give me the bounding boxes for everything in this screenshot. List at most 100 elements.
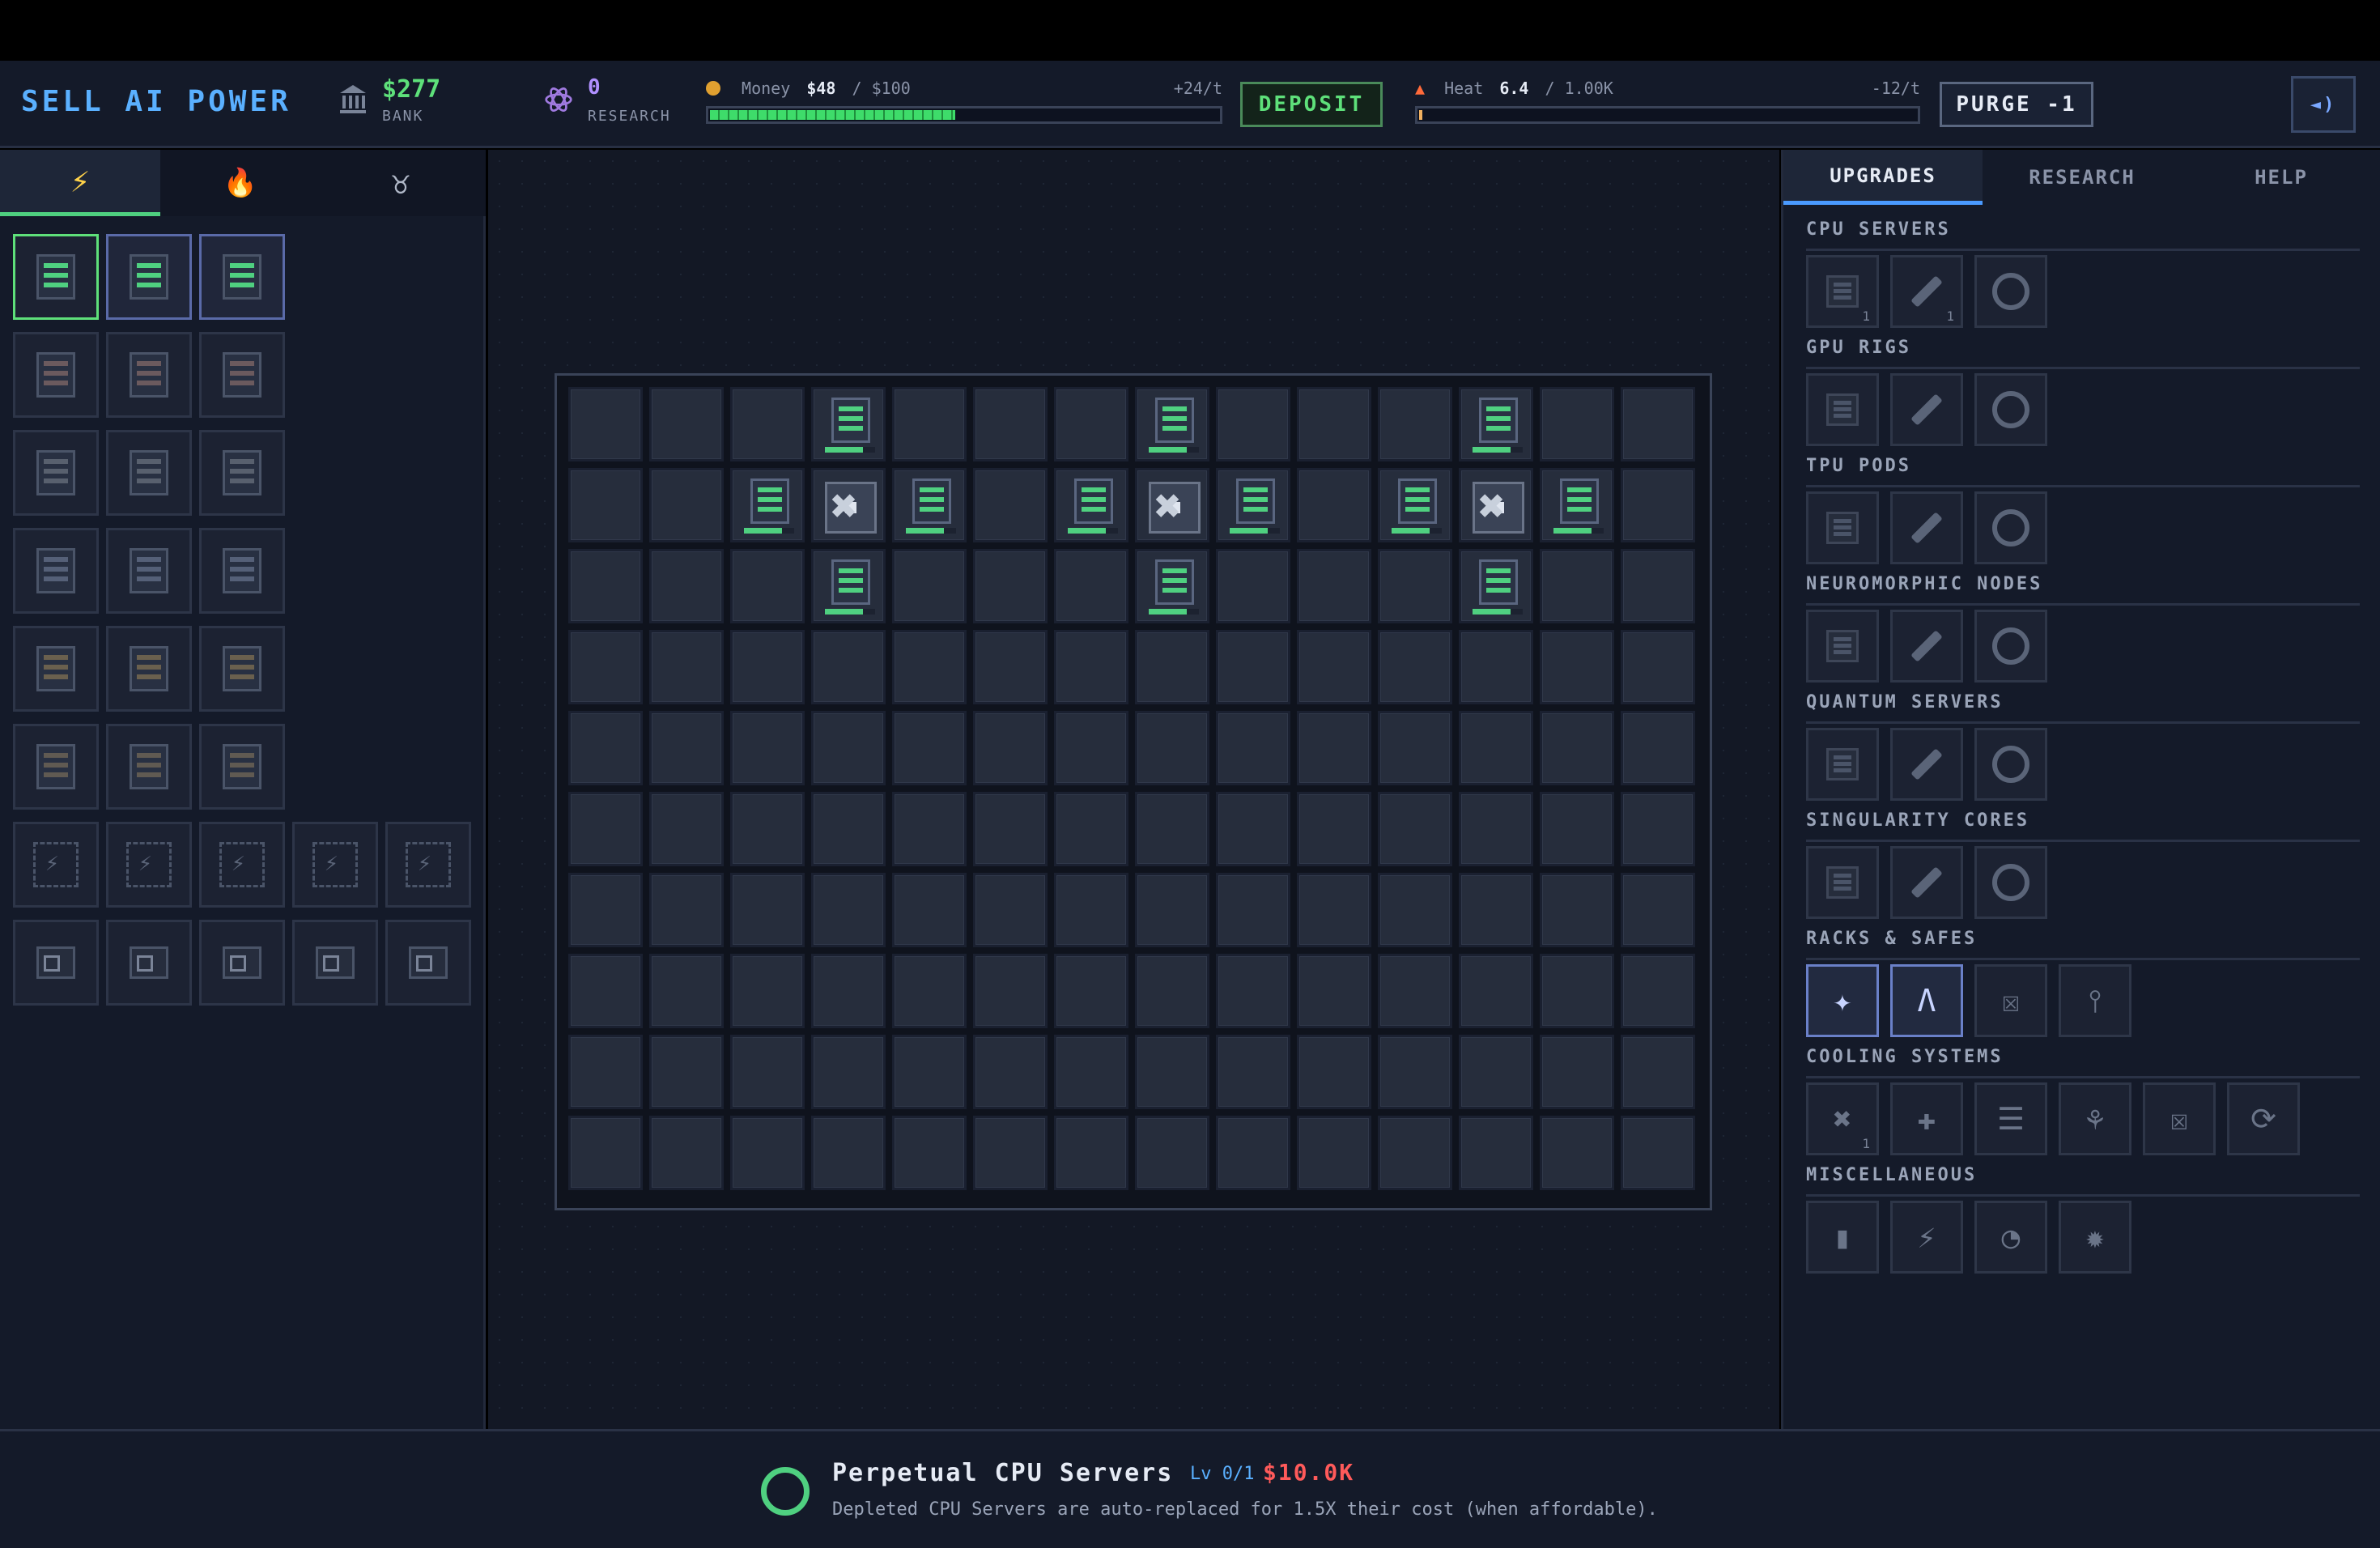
upgrade-drone-tile[interactable]: ✦	[1806, 964, 1879, 1037]
grid-cell-empty[interactable]	[892, 1116, 967, 1190]
grid-cell-empty[interactable]	[811, 792, 886, 866]
upgrade-wrench-tile[interactable]: 1	[1890, 255, 1963, 328]
upgrade-cell-tile[interactable]: ⚡	[1890, 1201, 1963, 1274]
palette-gpu-rig-2[interactable]	[106, 332, 192, 418]
palette-quantum-server-1[interactable]	[13, 626, 99, 712]
upgrade-server-tile[interactable]	[1806, 728, 1879, 801]
tab-help[interactable]: HELP	[2182, 150, 2380, 205]
grid-cell-empty[interactable]	[1540, 1035, 1614, 1109]
grid-cell-empty[interactable]	[811, 1116, 886, 1190]
upgrade-vent-tile[interactable]: ✚	[1890, 1082, 1963, 1155]
grid-cell-empty[interactable]	[1378, 387, 1452, 461]
grid-cell-empty[interactable]	[1459, 711, 1533, 785]
grid-cell-empty[interactable]	[811, 873, 886, 947]
grid-cell-empty[interactable]	[1621, 549, 1695, 623]
upgrade-server-tile[interactable]	[1806, 846, 1879, 919]
grid-cell-empty[interactable]	[1297, 1116, 1371, 1190]
palette-gpu-rig-3[interactable]	[199, 332, 285, 418]
upgrade-wrench-tile[interactable]	[1890, 610, 1963, 683]
grid-cell-empty[interactable]	[568, 549, 643, 623]
grid-cell-empty[interactable]	[1054, 630, 1128, 704]
palette-singularity-core-3[interactable]	[199, 724, 285, 810]
grid-cell-empty[interactable]	[1378, 792, 1452, 866]
grid-cell-server[interactable]	[1459, 549, 1533, 623]
grid-cell-empty[interactable]	[811, 711, 886, 785]
grid-cell-empty[interactable]	[1297, 549, 1371, 623]
grid-cell-empty[interactable]	[892, 1035, 967, 1109]
grid-cell-empty[interactable]	[730, 1116, 805, 1190]
upgrade-box-tile[interactable]: ☒	[2143, 1082, 2216, 1155]
grid-cell-empty[interactable]	[1216, 711, 1290, 785]
grid-cell-empty[interactable]	[1459, 1116, 1533, 1190]
palette-rack-5[interactable]	[385, 920, 471, 1006]
grid-cell-empty[interactable]	[649, 954, 724, 1028]
grid-cell-server[interactable]	[892, 468, 967, 542]
upgrade-fan-tile[interactable]: ✖ 1	[1806, 1082, 1879, 1155]
grid-cell-empty[interactable]	[1135, 630, 1209, 704]
grid-cell-empty[interactable]	[649, 792, 724, 866]
grid-cell-empty[interactable]	[1216, 792, 1290, 866]
grid-cell-empty[interactable]	[730, 873, 805, 947]
grid-cell-empty[interactable]	[1054, 1035, 1128, 1109]
grid-cell-empty[interactable]	[1054, 954, 1128, 1028]
grid-cell-empty[interactable]	[973, 549, 1048, 623]
palette-power-cell-5[interactable]	[385, 822, 471, 908]
upgrade-ring-tile[interactable]	[1974, 846, 2047, 919]
palette-rack-2[interactable]	[106, 920, 192, 1006]
grid-cell-empty[interactable]	[1135, 711, 1209, 785]
upgrade-ring-tile[interactable]	[1974, 373, 2047, 446]
palette-quantum-server-3[interactable]	[199, 626, 285, 712]
grid-cell-empty[interactable]	[730, 792, 805, 866]
grid-cell-empty[interactable]	[568, 873, 643, 947]
upgrade-ring-tile[interactable]	[1974, 255, 2047, 328]
grid-cell-empty[interactable]	[730, 954, 805, 1028]
grid-cell-empty[interactable]	[811, 630, 886, 704]
grid-cell-server[interactable]	[1378, 468, 1452, 542]
grid-cell-server[interactable]	[1459, 387, 1533, 461]
palette-gpu-rig-1[interactable]	[13, 332, 99, 418]
grid-cell-empty[interactable]	[973, 1035, 1048, 1109]
upgrade-burst-tile[interactable]: ✹	[2059, 1201, 2131, 1274]
deposit-button[interactable]: DEPOSIT	[1240, 82, 1383, 127]
grid-cell-empty[interactable]	[1459, 630, 1533, 704]
upgrade-antenna-tile[interactable]: Λ	[1890, 964, 1963, 1037]
grid-cell-empty[interactable]	[1540, 711, 1614, 785]
palette-rack-1[interactable]	[13, 920, 99, 1006]
palette-rack-3[interactable]	[199, 920, 285, 1006]
upgrade-server-tile[interactable]	[1806, 373, 1879, 446]
grid-cell-empty[interactable]	[1621, 711, 1695, 785]
grid-cell-empty[interactable]	[1378, 549, 1452, 623]
grid-cell-empty[interactable]	[649, 549, 724, 623]
grid-cell-empty[interactable]	[1297, 954, 1371, 1028]
grid-cell-empty[interactable]	[892, 711, 967, 785]
grid-cell-empty[interactable]	[568, 954, 643, 1028]
grid-cell-empty[interactable]	[1540, 387, 1614, 461]
grid-cell-empty[interactable]	[1054, 1116, 1128, 1190]
grid-cell-empty[interactable]	[1216, 873, 1290, 947]
palette-neuromorphic-node-3[interactable]	[199, 528, 285, 614]
grid-cell-empty[interactable]	[649, 711, 724, 785]
grid-cell-empty[interactable]	[1540, 954, 1614, 1028]
grid-cell-empty[interactable]	[568, 468, 643, 542]
grid-cell-empty[interactable]	[1054, 792, 1128, 866]
upgrade-clock-tile[interactable]: ◔	[1974, 1201, 2047, 1274]
grid-cell-empty[interactable]	[1135, 1116, 1209, 1190]
grid-cell-empty[interactable]	[973, 1116, 1048, 1190]
upgrade-server-tile[interactable]	[1806, 610, 1879, 683]
upgrade-box-tile[interactable]: ☒	[1974, 964, 2047, 1037]
palette-power-cell-2[interactable]	[106, 822, 192, 908]
grid-cell-empty[interactable]	[568, 1035, 643, 1109]
grid-cell-empty[interactable]	[1540, 630, 1614, 704]
grid-cell-empty[interactable]	[973, 711, 1048, 785]
grid-cell-empty[interactable]	[1378, 1035, 1452, 1109]
grid-cell-empty[interactable]	[1378, 630, 1452, 704]
palette-quantum-server-2[interactable]	[106, 626, 192, 712]
palette-cpu-server-3[interactable]	[199, 234, 285, 320]
upgrade-wrench-tile[interactable]	[1890, 728, 1963, 801]
tab-upgrades[interactable]: UPGRADES	[1783, 150, 1983, 205]
grid-cell-server[interactable]	[1540, 468, 1614, 542]
grid-cell-empty[interactable]	[730, 387, 805, 461]
sound-toggle-button[interactable]: ◄)	[2291, 76, 2356, 133]
palette-power-cell-3[interactable]	[199, 822, 285, 908]
grid-cell-empty[interactable]	[892, 792, 967, 866]
